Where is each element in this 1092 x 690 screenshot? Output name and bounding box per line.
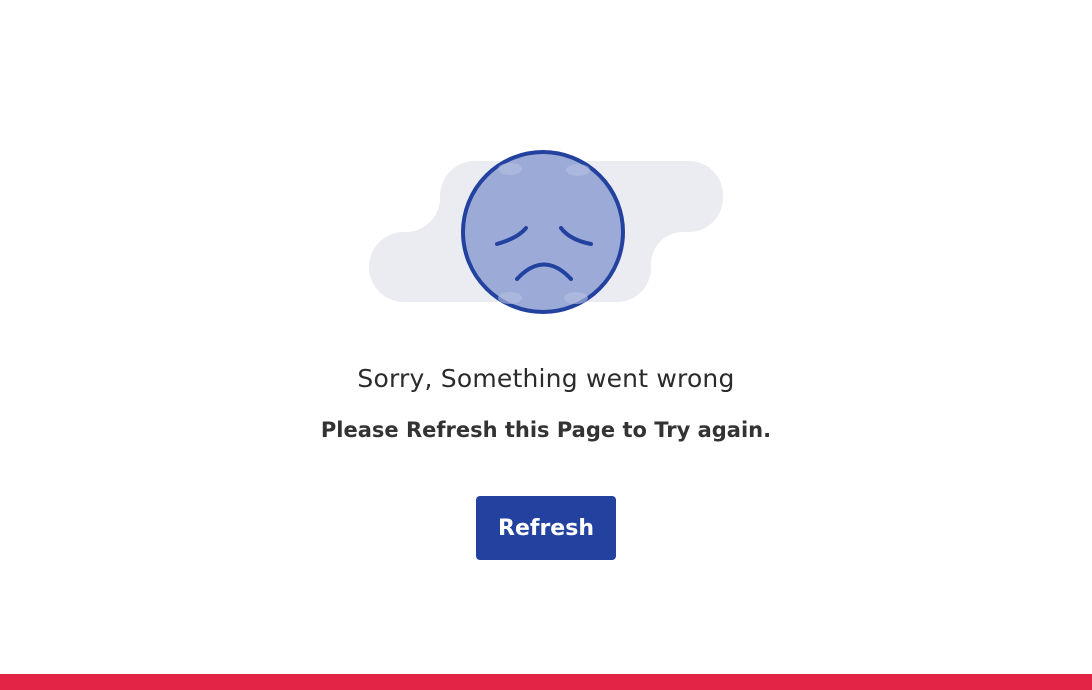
error-message: Please Refresh this Page to Try again.	[320, 418, 772, 442]
footer-accent-bar	[0, 674, 1092, 690]
refresh-button[interactable]: Refresh	[476, 496, 616, 560]
error-page: Sorry, Something went wrong Please Refre…	[0, 0, 1092, 690]
error-title: Sorry, Something went wrong	[357, 364, 735, 393]
sad-face-icon	[461, 150, 625, 314]
error-illustration	[360, 140, 732, 320]
